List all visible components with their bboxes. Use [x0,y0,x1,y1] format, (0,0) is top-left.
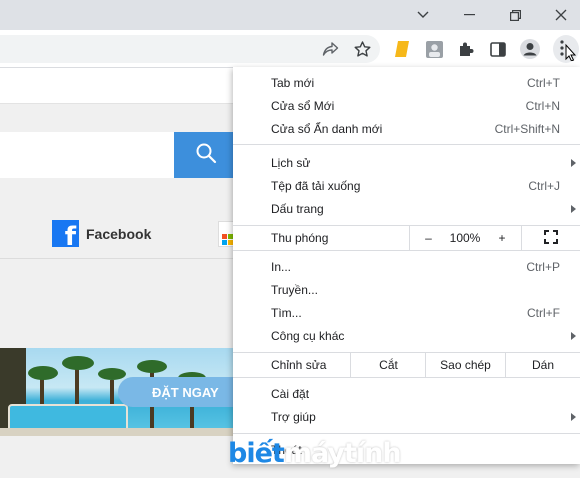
paste-label: Dán [531,358,554,372]
zoom-label: Thu phóng [271,231,329,245]
side-panel-icon[interactable] [488,39,508,59]
edit-label: Chỉnh sửa [271,358,327,372]
restore-button[interactable] [492,0,538,30]
search-button[interactable] [174,132,238,178]
menu-item-new-window[interactable]: Cửa sổ Mới Ctrl+N [233,94,580,117]
zoom-value: 100% [449,231,481,245]
star-icon[interactable] [352,39,372,59]
close-icon [555,9,567,21]
menu-item-new-tab[interactable]: Tab mới Ctrl+T [233,71,580,94]
chevron-down-icon [417,11,429,19]
more-vert-icon[interactable] [553,35,579,63]
menu-item-label: Cửa sổ Ẩn danh mới [271,121,383,136]
menu-item-history[interactable]: Lịch sử [233,151,580,174]
menu-item-label: Dấu trang [271,201,324,216]
title-bar [0,0,580,30]
minimize-button[interactable] [446,0,492,30]
menu-item-shortcut: Ctrl+F [527,305,560,320]
menu-separator [233,250,580,251]
zoom-in-button[interactable]: + [484,226,520,250]
menu-item-print[interactable]: In... Ctrl+P [233,255,580,278]
cut-label: Cắt [379,358,398,372]
menu-separator [233,144,580,145]
menu-item-shortcut: Ctrl+Shift+N [494,121,560,136]
menu-item-find[interactable]: Tìm... Ctrl+F [233,301,580,324]
tab-search-button[interactable] [400,0,446,30]
menu-item-cast[interactable]: Truyền... [233,278,580,301]
menu-item-label: In... [271,259,292,274]
book-now-button[interactable]: ĐẶT NGAY [118,377,240,407]
menu-item-help[interactable]: Trợ giúp [233,405,580,428]
restore-icon [509,9,521,21]
zoom-row: Thu phóng – 100% + [233,226,580,250]
zoom-in-label: + [498,231,506,245]
copy-button[interactable]: Sao chép [425,353,505,377]
menu-separator [233,377,580,378]
menu-item-bookmarks[interactable]: Dấu trang [233,197,580,220]
submenu-arrow-icon [571,204,576,213]
facebook-link[interactable]: f Facebook [52,220,152,250]
menu-item-label: Tab mới [271,75,315,90]
submenu-arrow-icon [571,412,576,421]
menu-item-label: Công cụ khác [271,328,345,343]
facebook-icon: f [52,220,79,250]
browser-toolbar [0,30,580,68]
minimize-icon [463,14,475,16]
zoom-out-label: – [425,231,432,245]
puzzle-icon[interactable] [456,39,476,59]
submenu-arrow-icon [571,158,576,167]
submenu-arrow-icon [571,331,576,340]
menu-item-more-tools[interactable]: Công cụ khác [233,324,580,347]
paste-button[interactable]: Dán [505,353,580,377]
menu-item-label: Tìm... [271,305,302,320]
menu-item-shortcut: Ctrl+J [528,178,560,193]
copy-label: Sao chép [440,358,491,372]
chrome-main-menu: Tab mới Ctrl+T Cửa sổ Mới Ctrl+N Cửa sổ … [233,67,580,464]
menu-item-label: Trợ giúp [271,409,316,424]
menu-item-shortcut: Ctrl+T [527,75,560,90]
section-divider [0,258,240,259]
zoom-level: 100% [446,226,484,250]
menu-item-label: Cửa sổ Mới [271,98,335,113]
fullscreen-button[interactable] [521,226,580,250]
watermark-logo: biếtmáytính [228,438,402,469]
menu-item-label: Truyền... [271,282,318,297]
menu-item-label: Tệp đã tải xuống [271,178,361,193]
menu-item-label: Lịch sử [271,155,311,170]
menu-item-label: Cài đặt [271,386,310,401]
cut-button[interactable]: Cắt [350,353,426,377]
zoom-out-button[interactable]: – [409,226,447,250]
menu-item-downloads[interactable]: Tệp đã tải xuống Ctrl+J [233,174,580,197]
edit-row: Chỉnh sửa Cắt Sao chép Dán [233,353,580,377]
facebook-label: Facebook [86,225,152,242]
extension-photo-icon[interactable] [424,39,444,59]
menu-item-shortcut: Ctrl+P [526,259,560,274]
close-button[interactable] [538,0,580,30]
menu-item-shortcut: Ctrl+N [525,98,560,113]
search-input[interactable] [0,132,175,178]
profile-icon[interactable] [520,39,540,59]
extension-yellow-icon[interactable] [392,39,412,59]
share-icon[interactable] [320,39,340,59]
search-icon [195,142,217,169]
fullscreen-icon [544,229,558,247]
menu-separator [233,433,580,434]
menu-item-settings[interactable]: Cài đặt [233,382,580,405]
menu-item-new-incognito-window[interactable]: Cửa sổ Ẩn danh mới Ctrl+Shift+N [233,117,580,140]
page-header-band [0,68,240,104]
